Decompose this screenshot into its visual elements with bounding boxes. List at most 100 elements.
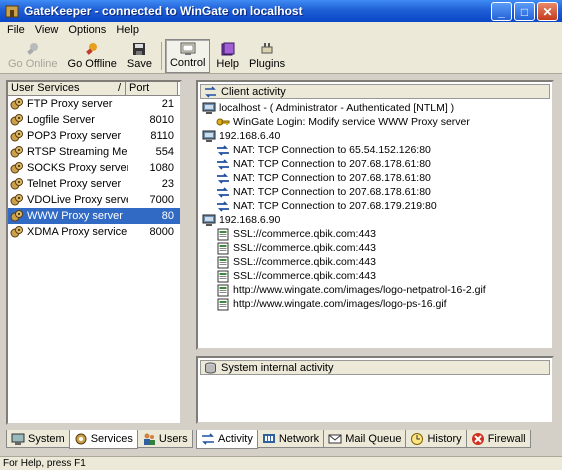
- activity-connection-node[interactable]: NAT: TCP Connection to 207.68.178.61:80: [202, 185, 548, 199]
- service-port: 8010: [149, 114, 174, 126]
- activity-node-text: NAT: TCP Connection to 207.68.179.219:80: [233, 200, 437, 212]
- activity-node-text: 192.168.6.40: [219, 130, 281, 142]
- service-row[interactable]: VDOLive Proxy server 7000: [8, 192, 180, 208]
- client-activity-pane: Client activity localhost - ( Administra…: [196, 80, 554, 350]
- service-row[interactable]: Telnet Proxy server 23: [8, 176, 180, 192]
- left-tab-strip: System Services Users: [6, 430, 193, 449]
- services-panel: User Services / Port FTP Proxy server 21 L…: [6, 80, 193, 452]
- activity-arrows-icon: [204, 85, 217, 98]
- activity-node-text: NAT: TCP Connection to 207.68.178.61:80: [233, 158, 431, 170]
- service-row[interactable]: SOCKS Proxy server 1080: [8, 160, 180, 176]
- tab-firewall[interactable]: Firewall: [465, 430, 531, 448]
- activity-node-text: WinGate Login: Modify service WWW Proxy …: [233, 116, 470, 128]
- service-icon: [10, 146, 23, 158]
- service-port: 554: [155, 146, 174, 158]
- service-name: SOCKS Proxy server: [27, 162, 128, 174]
- service-icon: [10, 114, 23, 126]
- activity-connection-node[interactable]: SSL://commerce.qbik.com:443: [202, 269, 548, 283]
- service-icon: [10, 194, 23, 206]
- activity-connection-node[interactable]: NAT: TCP Connection to 65.54.152.126:80: [202, 143, 548, 157]
- service-port: 80: [161, 210, 174, 222]
- window-title: GateKeeper - connected to WinGate on loc…: [24, 4, 303, 18]
- tab-activity[interactable]: Activity: [196, 430, 258, 449]
- service-row[interactable]: RTSP Streaming Medi... 554: [8, 144, 180, 160]
- control-button[interactable]: Control: [164, 39, 211, 73]
- service-name: FTP Proxy server: [27, 98, 113, 110]
- activity-host-node[interactable]: 192.168.6.40: [202, 129, 548, 143]
- plug-icon: [258, 41, 276, 57]
- page-icon: [216, 242, 230, 255]
- menu-options[interactable]: Options: [63, 24, 111, 36]
- service-row[interactable]: FTP Proxy server 21: [8, 96, 180, 112]
- nat-icon: [216, 144, 230, 157]
- page-icon: [216, 298, 230, 311]
- activity-connection-node[interactable]: http://www.wingate.com/images/logo-netpa…: [202, 283, 548, 297]
- disconnect-icon: [83, 41, 101, 57]
- activity-icon: [201, 432, 215, 446]
- activity-node-text: SSL://commerce.qbik.com:443: [233, 228, 376, 240]
- service-port: 1080: [149, 162, 174, 174]
- system-icon: [11, 432, 25, 446]
- menu-bar: File View Options Help: [0, 22, 562, 38]
- activity-connection-node[interactable]: SSL://commerce.qbik.com:443: [202, 227, 548, 241]
- tab-services[interactable]: Services: [68, 430, 138, 449]
- service-icon: [10, 178, 23, 190]
- system-activity-pane: System internal activity: [196, 356, 554, 424]
- activity-connection-node[interactable]: http://www.wingate.com/images/logo-ps-16…: [202, 297, 548, 311]
- close-button[interactable]: ✕: [537, 2, 558, 21]
- minimize-button[interactable]: _: [491, 2, 512, 21]
- go-online-button[interactable]: Go Online: [4, 39, 62, 73]
- gatekeeper-icon: [5, 5, 19, 18]
- activity-host-node[interactable]: 192.168.6.90: [202, 213, 548, 227]
- activity-host-node[interactable]: localhost - ( Administrator - Authentica…: [202, 101, 548, 115]
- activity-node-text: NAT: TCP Connection to 207.68.178.61:80: [233, 172, 431, 184]
- activity-connection-node[interactable]: NAT: TCP Connection to 207.68.178.61:80: [202, 171, 548, 185]
- activity-connection-node[interactable]: NAT: TCP Connection to 207.68.179.219:80: [202, 199, 548, 213]
- service-row[interactable]: WWW Proxy server 80: [8, 208, 180, 224]
- activity-node-text: NAT: TCP Connection to 65.54.152.126:80: [233, 144, 431, 156]
- page-icon: [216, 270, 230, 283]
- service-port: 23: [161, 178, 174, 190]
- service-port: 8110: [150, 130, 174, 142]
- system-activity-header: System internal activity: [200, 360, 550, 375]
- nat-icon: [216, 200, 230, 213]
- floppy-disk-icon: [130, 41, 148, 57]
- service-row[interactable]: Logfile Server 8010: [8, 112, 180, 128]
- menu-view[interactable]: View: [30, 24, 64, 36]
- service-icon: [10, 226, 23, 238]
- maximize-button[interactable]: □: [514, 2, 535, 21]
- activity-connection-node[interactable]: WinGate Login: Modify service WWW Proxy …: [202, 115, 548, 129]
- plugins-button[interactable]: Plugins: [245, 39, 289, 73]
- activity-node-text: NAT: TCP Connection to 207.68.178.61:80: [233, 186, 431, 198]
- menu-help[interactable]: Help: [111, 24, 144, 36]
- service-name: XDMA Proxy service: [27, 226, 128, 238]
- service-row[interactable]: POP3 Proxy server 8110: [8, 128, 180, 144]
- help-button[interactable]: Help: [212, 39, 243, 73]
- go-offline-button[interactable]: Go Offline: [64, 39, 121, 73]
- column-header-port[interactable]: Port: [126, 82, 178, 95]
- activity-panel: Client activity localhost - ( Administra…: [196, 80, 554, 452]
- users-icon: [142, 432, 156, 446]
- tab-mail-queue[interactable]: Mail Queue: [323, 430, 407, 448]
- tab-system[interactable]: System: [6, 430, 70, 448]
- network-icon: [262, 432, 276, 446]
- connect-icon: [24, 41, 42, 57]
- service-row[interactable]: XDMA Proxy service 8000: [8, 224, 180, 240]
- activity-connection-node[interactable]: NAT: TCP Connection to 207.68.178.61:80: [202, 157, 548, 171]
- tab-history[interactable]: History: [405, 430, 467, 448]
- menu-file[interactable]: File: [2, 24, 30, 36]
- envelope-icon: [328, 432, 342, 446]
- activity-node-text: http://www.wingate.com/images/logo-ps-16…: [233, 298, 447, 310]
- tab-network[interactable]: Network: [256, 430, 325, 448]
- nat-icon: [216, 186, 230, 199]
- cylinder-icon: [204, 362, 217, 374]
- services-list-header: User Services / Port: [8, 82, 180, 96]
- tab-users[interactable]: Users: [136, 430, 193, 448]
- activity-node-text: SSL://commerce.qbik.com:443: [233, 270, 376, 282]
- save-button[interactable]: Save: [123, 39, 156, 73]
- activity-connection-node[interactable]: SSL://commerce.qbik.com:443: [202, 255, 548, 269]
- activity-node-text: SSL://commerce.qbik.com:443: [233, 242, 376, 254]
- activity-connection-node[interactable]: SSL://commerce.qbik.com:443: [202, 241, 548, 255]
- clock-icon: [410, 432, 424, 446]
- column-header-services[interactable]: User Services /: [8, 82, 126, 95]
